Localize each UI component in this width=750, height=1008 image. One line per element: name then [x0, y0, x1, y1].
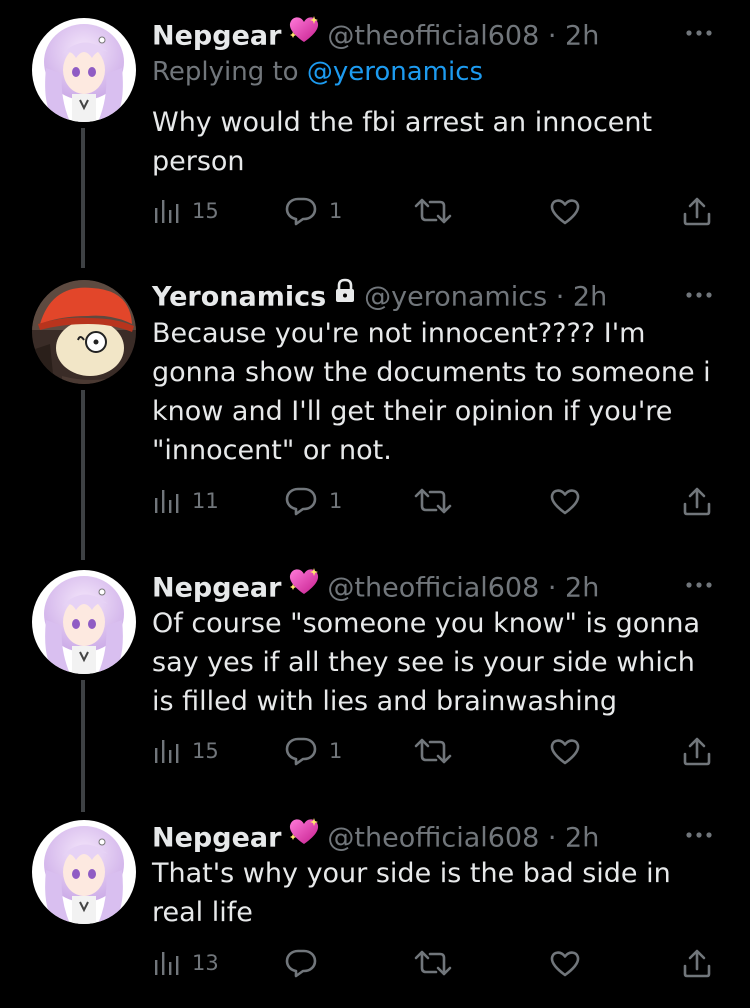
tweet[interactable]: Nepgear @theofficial608 · 2h That's why y…	[0, 816, 750, 1006]
replying-handle-link[interactable]: @yeronamics	[307, 57, 483, 87]
reply-button[interactable]	[285, 943, 329, 983]
thread-line	[81, 390, 85, 560]
bar-chart-icon	[152, 196, 180, 226]
retweet-icon	[414, 948, 452, 978]
tweet-actions: 13	[152, 943, 717, 983]
retweet-button[interactable]	[414, 191, 452, 231]
reply-button[interactable]: 1	[285, 481, 342, 521]
tweet-text: Of course "someone you know" is gonna sa…	[152, 608, 701, 717]
avatar[interactable]	[32, 570, 136, 674]
retweet-icon	[414, 736, 452, 766]
views-button[interactable]: 15	[152, 191, 219, 231]
reply-count: 1	[329, 739, 343, 763]
display-name[interactable]: Yeronamics	[152, 282, 326, 313]
share-icon	[682, 735, 712, 767]
speech-bubble-icon	[285, 948, 317, 978]
like-button[interactable]	[549, 731, 581, 771]
tweet-text: Why would the fbi arrest an innocent per…	[152, 107, 653, 177]
tweet-header: Yeronamics @yeronamics · 2h	[152, 276, 607, 316]
tweet[interactable]: Yeronamics @yeronamics · 2h Because you'r…	[0, 276, 750, 560]
display-name[interactable]: Nepgear	[152, 823, 281, 854]
reply-count: 1	[329, 199, 343, 223]
replying-to: Replying to @yeronamics	[152, 54, 483, 90]
tweet-text: That's why your side is the bad side in …	[152, 858, 671, 928]
bar-chart-icon	[152, 486, 180, 516]
tweet-header: Nepgear @theofficial608 · 2h	[152, 14, 599, 54]
retweet-icon	[414, 196, 452, 226]
tweet-header: Nepgear @theofficial608 · 2h	[152, 816, 599, 856]
share-button[interactable]	[682, 731, 712, 771]
share-icon	[682, 947, 712, 979]
timestamp[interactable]: · 2h	[548, 823, 599, 854]
heart-icon	[549, 486, 581, 516]
reply-count: 1	[329, 489, 343, 513]
views-count: 11	[192, 489, 219, 513]
more-dots-icon[interactable]	[684, 286, 714, 305]
timestamp[interactable]: · 2h	[548, 21, 599, 52]
retweet-icon	[414, 486, 452, 516]
handle[interactable]: @yeronamics	[364, 282, 547, 313]
replying-prefix: Replying to	[152, 57, 299, 87]
like-button[interactable]	[549, 943, 581, 983]
views-button[interactable]: 11	[152, 481, 219, 521]
tweet-actions: 11 1	[152, 481, 717, 521]
more-dots-icon[interactable]	[684, 576, 714, 595]
tweet-actions: 15 1	[152, 731, 717, 771]
views-button[interactable]: 15	[152, 731, 219, 771]
views-button[interactable]: 13	[152, 943, 219, 983]
speech-bubble-icon	[285, 736, 317, 766]
tweet-text: Because you're not innocent???? I'm gonn…	[152, 318, 711, 466]
reply-button[interactable]: 1	[285, 191, 342, 231]
display-name[interactable]: Nepgear	[152, 573, 281, 604]
handle[interactable]: @theofficial608	[327, 21, 539, 52]
tweet[interactable]: Nepgear @theofficial608 · 2h Of course "s…	[0, 566, 750, 812]
heart-icon	[549, 736, 581, 766]
bar-chart-icon	[152, 736, 180, 766]
views-count: 13	[192, 951, 219, 975]
speech-bubble-icon	[285, 196, 317, 226]
thread-line	[81, 128, 85, 268]
share-button[interactable]	[682, 481, 712, 521]
heart-icon	[549, 948, 581, 978]
share-icon	[682, 195, 712, 227]
sparkling-heart-icon	[287, 14, 321, 56]
avatar[interactable]	[32, 18, 136, 122]
lock-icon	[334, 276, 356, 316]
avatar[interactable]	[32, 280, 136, 384]
timestamp[interactable]: · 2h	[548, 573, 599, 604]
like-button[interactable]	[549, 191, 581, 231]
heart-icon	[549, 196, 581, 226]
share-button[interactable]	[682, 943, 712, 983]
speech-bubble-icon	[285, 486, 317, 516]
views-count: 15	[192, 739, 219, 763]
more-dots-icon[interactable]	[684, 24, 714, 43]
like-button[interactable]	[549, 481, 581, 521]
tweet-header: Nepgear @theofficial608 · 2h	[152, 566, 599, 606]
tweet-actions: 15 1	[152, 191, 717, 231]
handle[interactable]: @theofficial608	[327, 823, 539, 854]
views-count: 15	[192, 199, 219, 223]
display-name[interactable]: Nepgear	[152, 21, 281, 52]
share-icon	[682, 485, 712, 517]
sparkling-heart-icon	[287, 566, 321, 608]
tweet[interactable]: Nepgear @theofficial608 · 2h Replying to …	[0, 14, 750, 268]
retweet-button[interactable]	[414, 481, 452, 521]
retweet-button[interactable]	[414, 731, 452, 771]
more-dots-icon[interactable]	[684, 826, 714, 845]
thread-line	[81, 680, 85, 812]
sparkling-heart-icon	[287, 816, 321, 858]
retweet-button[interactable]	[414, 943, 452, 983]
bar-chart-icon	[152, 948, 180, 978]
timestamp[interactable]: · 2h	[556, 282, 607, 313]
reply-button[interactable]: 1	[285, 731, 342, 771]
share-button[interactable]	[682, 191, 712, 231]
avatar[interactable]	[32, 820, 136, 924]
handle[interactable]: @theofficial608	[327, 573, 539, 604]
